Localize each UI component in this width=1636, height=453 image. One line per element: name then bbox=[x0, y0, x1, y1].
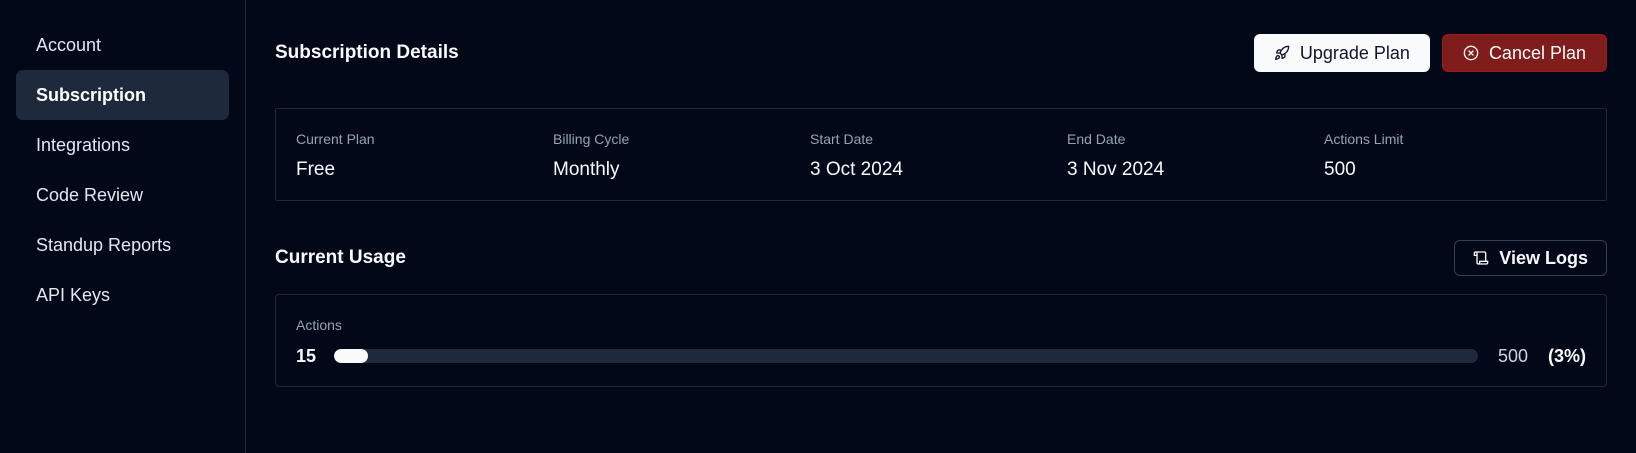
rocket-icon bbox=[1274, 45, 1290, 61]
cancel-plan-label: Cancel Plan bbox=[1488, 42, 1586, 63]
detail-label: End Date bbox=[1067, 131, 1126, 147]
detail-end-date: End Date 3 Nov 2024 bbox=[1067, 131, 1324, 200]
main-content: Subscription Details Upgrade Plan Cancel… bbox=[246, 0, 1636, 453]
subscription-header: Subscription Details Upgrade Plan Cancel… bbox=[275, 34, 1607, 72]
detail-label: Start Date bbox=[810, 131, 874, 147]
detail-value: 3 Oct 2024 bbox=[810, 159, 903, 180]
sidebar-item-code-review[interactable]: Code Review bbox=[16, 170, 229, 220]
view-logs-label: View Logs bbox=[1499, 247, 1588, 268]
detail-current-plan: Current Plan Free bbox=[296, 131, 553, 200]
usage-limit: 500 bbox=[1497, 345, 1528, 366]
usage-row: 15 500 (3%) bbox=[296, 345, 1586, 367]
usage-progress-fill bbox=[334, 349, 369, 363]
detail-value: 500 bbox=[1324, 159, 1356, 180]
usage-progress-bar bbox=[334, 349, 1478, 363]
usage-current-count: 15 bbox=[296, 345, 317, 366]
scroll-icon bbox=[1473, 250, 1489, 266]
detail-value: 3 Nov 2024 bbox=[1067, 159, 1165, 180]
sidebar-item-integrations[interactable]: Integrations bbox=[16, 120, 229, 170]
subscription-details-card: Current Plan Free Billing Cycle Monthly … bbox=[275, 108, 1607, 201]
usage-actions-label: Actions bbox=[296, 317, 342, 333]
detail-value: Free bbox=[296, 159, 336, 180]
cancel-plan-button[interactable]: Cancel Plan bbox=[1441, 34, 1607, 72]
detail-billing-cycle: Billing Cycle Monthly bbox=[553, 131, 810, 200]
usage-card: Actions 15 500 (3%) bbox=[275, 294, 1607, 387]
subscription-actions: Upgrade Plan Cancel Plan bbox=[1253, 34, 1607, 72]
view-logs-button[interactable]: View Logs bbox=[1454, 240, 1607, 276]
usage-header: Current Usage View Logs bbox=[275, 240, 1607, 276]
sidebar: Account Subscription Integrations Code R… bbox=[0, 0, 246, 453]
detail-label: Billing Cycle bbox=[553, 131, 630, 147]
detail-value: Monthly bbox=[553, 159, 620, 180]
detail-label: Actions Limit bbox=[1324, 131, 1404, 147]
sidebar-item-subscription[interactable]: Subscription bbox=[16, 70, 229, 120]
upgrade-plan-button[interactable]: Upgrade Plan bbox=[1253, 34, 1430, 72]
detail-label: Current Plan bbox=[296, 131, 375, 147]
subscription-title: Subscription Details bbox=[275, 42, 459, 63]
detail-start-date: Start Date 3 Oct 2024 bbox=[810, 131, 1067, 200]
usage-title: Current Usage bbox=[275, 247, 406, 268]
sidebar-item-api-keys[interactable]: API Keys bbox=[16, 270, 229, 320]
usage-percent: (3%) bbox=[1547, 345, 1586, 366]
app-root: Account Subscription Integrations Code R… bbox=[0, 0, 1636, 453]
sidebar-item-standup-reports[interactable]: Standup Reports bbox=[16, 220, 229, 270]
upgrade-plan-label: Upgrade Plan bbox=[1299, 42, 1410, 63]
detail-actions-limit: Actions Limit 500 bbox=[1324, 131, 1581, 200]
sidebar-item-account[interactable]: Account bbox=[16, 20, 229, 70]
circle-x-icon bbox=[1463, 45, 1479, 61]
